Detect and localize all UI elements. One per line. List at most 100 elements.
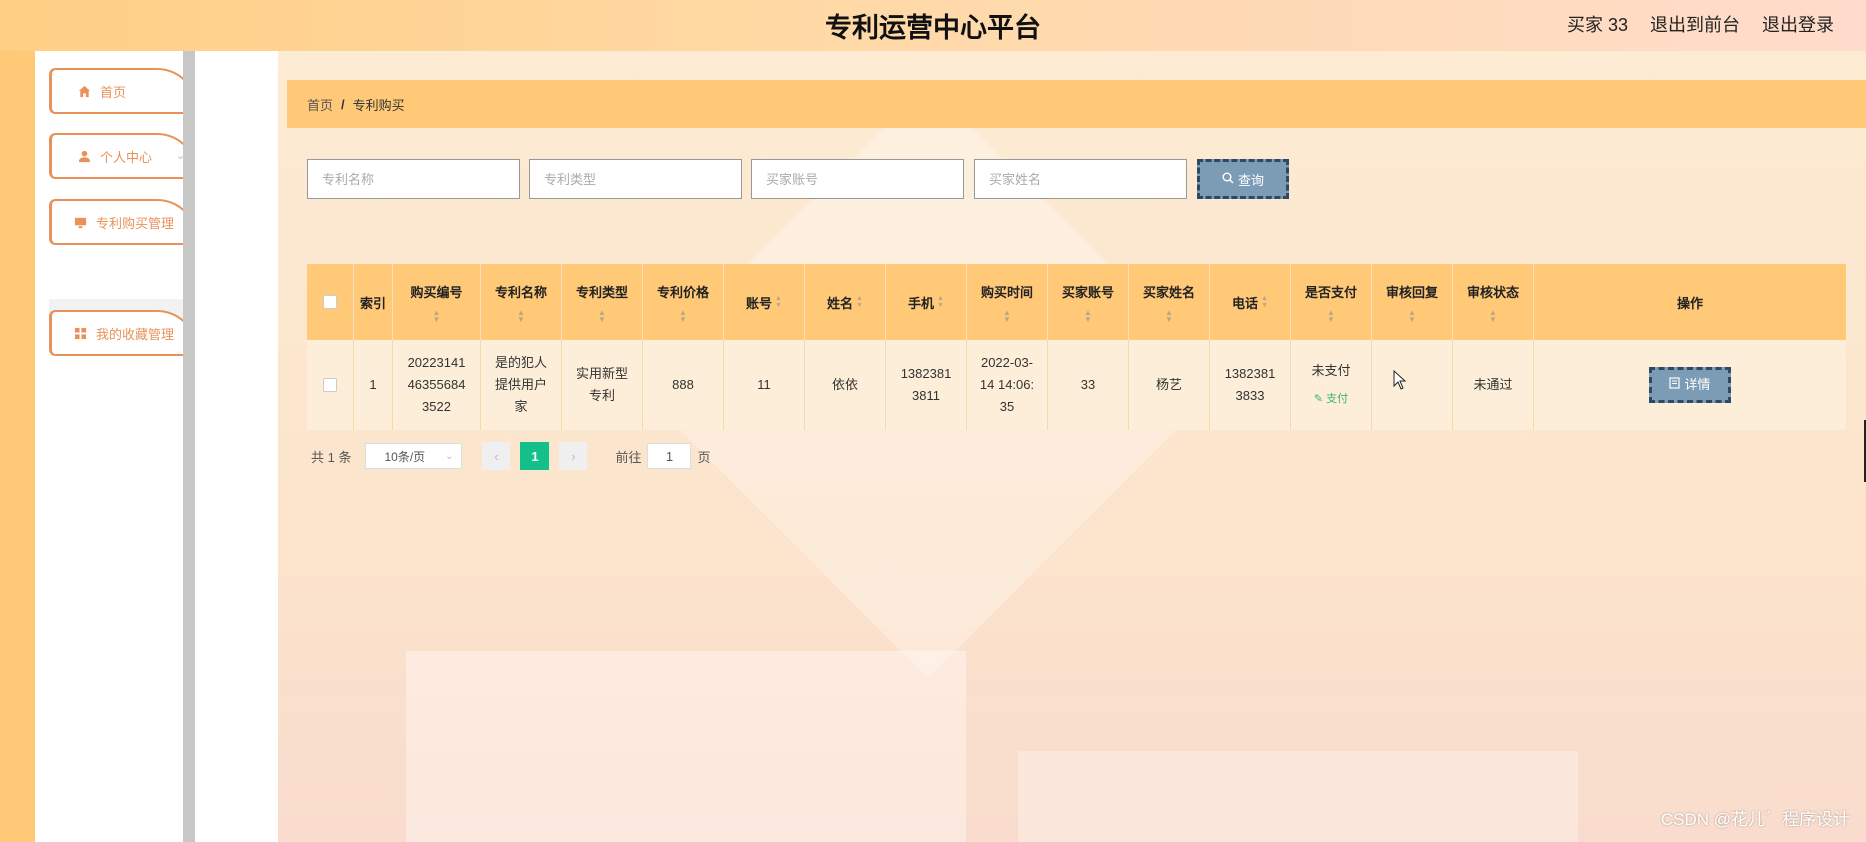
sort-icon[interactable]: ▲ ▼ [679,308,687,323]
cell-index: 1 [354,340,393,430]
detail-button-label: 详情 [1684,377,1711,392]
sort-icon[interactable]: ▲ ▼ [598,308,606,323]
column-header[interactable]: 专利类型 ▲ ▼ [562,264,643,340]
goto-page-input[interactable]: 1 [647,443,692,469]
patent-type-input[interactable] [529,159,742,199]
cell-text: 是的犯人 [494,355,547,370]
patent-name-input[interactable] [307,159,520,199]
grid-icon [72,325,88,341]
sidebar-item-label: 专利购买管理 [96,215,175,231]
breadcrumb-separator: / [341,96,345,112]
cell-text: 家 [514,399,528,414]
sort-icon[interactable]: ▲ ▼ [856,295,863,309]
breadcrumb-home[interactable]: 首页 [307,95,333,114]
background-decoration [1018,751,1578,842]
cell-text: 3522 [422,399,451,414]
column-header-label: 手机 [908,295,935,311]
cell-review-status: 未通过 [1453,340,1534,430]
sidebar-scrollbar[interactable] [183,51,195,842]
column-header-label: 审核回复 [1385,284,1438,300]
sort-icon[interactable]: ▲ ▼ [433,308,441,323]
detail-button[interactable]: 详情 [1649,367,1731,403]
logout-link[interactable]: 退出登录 [1762,11,1834,37]
column-header-label: 审核状态 [1466,284,1519,300]
column-header-label: 购买编号 [410,284,463,300]
column-header[interactable]: 是否支付 ▲ ▼ [1291,264,1372,340]
sidebar-item-favorites-mgmt[interactable]: 我的收藏管理 ⌄ [49,310,197,356]
sidebar-item-home[interactable]: 首页 [49,68,197,114]
page-number-active[interactable]: 1 [520,442,550,470]
edit-icon: ✎ [1313,393,1324,405]
sort-icon[interactable]: ▲ ▼ [1261,295,1268,309]
column-header[interactable]: 手机 ▲ ▼ [886,264,967,340]
buyer-account-input[interactable] [751,159,964,199]
column-header[interactable]: 买家账号 ▲ ▼ [1048,264,1129,340]
chevron-left-icon: ‹ [494,448,499,464]
prev-page-button[interactable]: ‹ [482,442,511,470]
header-actions: 买家 33 退出到前台 退出登录 [1567,11,1834,37]
sort-icon[interactable]: ▲ ▼ [1489,308,1497,323]
sort-icon[interactable]: ▲ ▼ [937,295,944,309]
sort-icon[interactable]: ▲ ▼ [1003,308,1011,323]
cell-account: 11 [724,340,805,430]
sort-icon[interactable]: ▲ ▼ [775,295,782,309]
cell-text: 3833 [1235,388,1265,403]
cell-paid: 未支付 ✎ 支付 [1291,340,1372,430]
next-page-button[interactable]: › [559,442,588,470]
cell-purchase-time: 2022-03- 14 14:06: 35 [967,340,1048,430]
row-select-cell [307,340,354,430]
column-header-label: 购买时间 [980,284,1033,300]
column-header[interactable]: 专利价格 ▲ ▼ [643,264,724,340]
breadcrumb: 首页 / 专利购买 [287,80,1866,128]
sort-icon[interactable]: ▲ ▼ [1408,308,1416,323]
cell-tel: 1382381 3833 [1210,340,1291,430]
document-icon [1669,374,1681,396]
column-header: 操作 [1534,264,1846,340]
sort-icon[interactable]: ▲ ▼ [1165,308,1173,323]
paid-status: 未支付 [1311,363,1351,378]
sidebar-item-patent-purchase-mgmt[interactable]: 专利购买管理 ⌄ [49,199,197,245]
user-icon [76,148,92,164]
sidebar-item-label: 首页 [100,84,127,100]
column-header[interactable]: 审核回复 ▲ ▼ [1372,264,1453,340]
column-header-label: 操作 [1676,295,1703,311]
table-header: 索引 购买编号 ▲ ▼ 专利名称 ▲ ▼ 专利类型 ▲ ▼ 专利价格 ▲ ▼ 账号 ▲ ▼ … [307,264,1846,340]
cell-action: 详情 [1534,340,1846,430]
row-checkbox[interactable] [323,378,337,392]
page-suffix: 页 [697,449,711,465]
column-header[interactable]: 电话 ▲ ▼ [1210,264,1291,340]
chevron-right-icon: › [571,448,576,464]
cell-patent-name: 是的犯人 提供用户 家 [481,340,562,430]
page-size-value: 10条/页 [384,449,426,464]
column-header[interactable]: 专利名称 ▲ ▼ [481,264,562,340]
column-header[interactable]: 购买时间 ▲ ▼ [967,264,1048,340]
column-header[interactable]: 买家姓名 ▲ ▼ [1129,264,1210,340]
query-button-label: 查询 [1237,172,1264,188]
column-header-label: 电话 [1232,295,1259,311]
sidebar-item-personal-center[interactable]: 个人中心 ⌄ [49,133,197,179]
column-header-label: 专利价格 [656,284,709,300]
select-all-checkbox[interactable] [323,295,337,309]
cell-patent-price: 888 [643,340,724,430]
cell-text: 实用新型 [575,366,628,381]
column-header[interactable]: 姓名 ▲ ▼ [805,264,886,340]
background-decoration [406,651,966,842]
sort-icon[interactable]: ▲ ▼ [1327,308,1335,323]
cell-text: 46355684 [407,377,466,392]
query-button[interactable]: 查询 [1197,159,1289,199]
table-row: 1 20223141 46355684 3522 是的犯人 提供用户 家 实用新… [307,340,1846,430]
column-header: 索引 [354,264,393,340]
column-header[interactable]: 购买编号 ▲ ▼ [393,264,481,340]
pay-link[interactable]: ✎ 支付 [1314,388,1348,410]
cell-text: 14 14:06: [979,377,1035,392]
column-header[interactable]: 审核状态 ▲ ▼ [1453,264,1534,340]
header-select-all [307,264,354,340]
total-count: 共 1 条 [311,449,352,465]
sort-icon[interactable]: ▲ ▼ [517,308,525,323]
cell-name: 依依 [805,340,886,430]
column-header[interactable]: 账号 ▲ ▼ [724,264,805,340]
exit-to-front-link[interactable]: 退出到前台 [1650,11,1740,37]
buyer-name-input[interactable] [974,159,1187,199]
sort-icon[interactable]: ▲ ▼ [1084,308,1092,323]
page-size-select[interactable]: 10条/页 ⌄ [365,443,463,469]
